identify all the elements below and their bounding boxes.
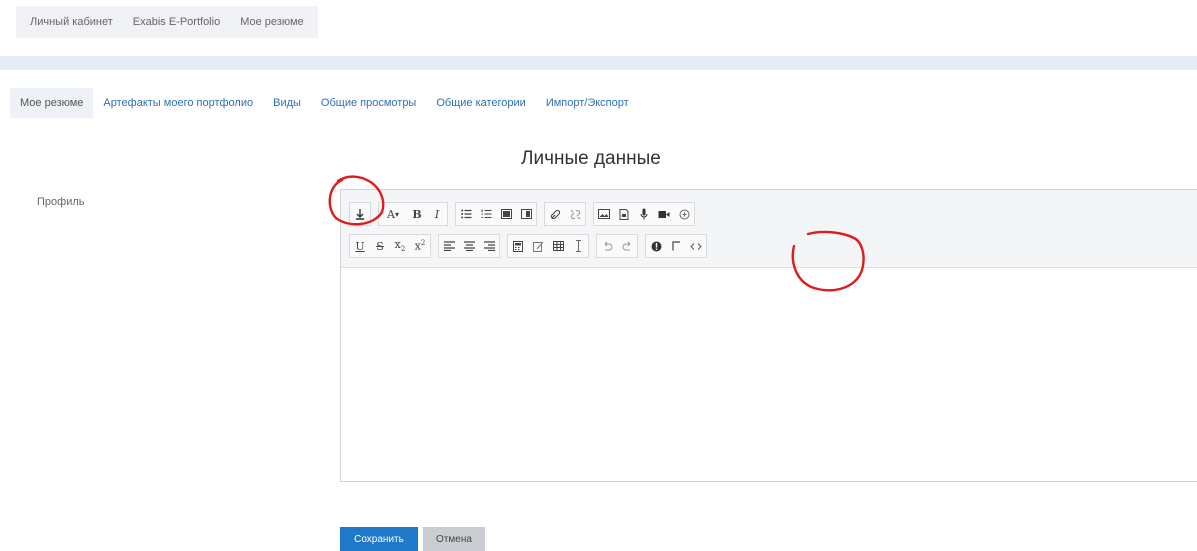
font-size-icon[interactable]: A ▾ [379,203,407,225]
superscript-icon[interactable]: x2 [410,235,430,257]
breadcrumb-item-resume: Мое резюме [240,16,304,28]
toolbar-row-2: U S x2 x2 [349,234,714,258]
table-icon[interactable] [548,235,568,257]
subscript-icon[interactable]: x2 [390,235,410,257]
navbar-strip [0,56,1197,70]
cancel-button[interactable]: Отмена [423,527,485,551]
breadcrumb-item-dashboard[interactable]: Личный кабинет [30,16,113,28]
accessibility-checker-icon[interactable] [646,235,666,257]
unordered-list-icon[interactable] [456,203,476,225]
tab-views[interactable]: Виды [263,88,311,118]
html-source-icon[interactable] [686,235,706,257]
undo-icon[interactable] [597,235,617,257]
save-button[interactable]: Сохранить [340,527,418,551]
equation-icon[interactable] [508,235,528,257]
manage-files-icon[interactable] [674,203,694,225]
breadcrumb: Личный кабинет Exabis E-Portfolio Мое ре… [16,6,318,38]
tab-shared-categories[interactable]: Общие категории [426,88,535,118]
tab-import-export[interactable]: Импорт/Экспорт [536,88,639,118]
breadcrumb-item-eportfolio[interactable]: Exabis E-Portfolio [133,16,220,28]
strikethrough-icon[interactable]: S [370,235,390,257]
bold-icon[interactable]: B [407,203,427,225]
align-left-icon[interactable] [439,235,459,257]
ordered-list-icon[interactable] [476,203,496,225]
microphone-icon[interactable] [634,203,654,225]
atto-editor: A ▾ B I U S x2 x2 [340,189,1197,482]
screenreader-helper-icon[interactable] [666,235,686,257]
align-right-icon[interactable] [479,235,499,257]
toolbar-row-1: A ▾ B I [349,202,702,226]
tab-my-resume[interactable]: Мое резюме [10,88,94,118]
outdent-icon[interactable] [516,203,536,225]
italic-icon[interactable]: I [427,203,447,225]
redo-icon[interactable] [617,235,637,257]
video-camera-icon[interactable] [654,203,674,225]
toggle-toolbar-icon[interactable] [350,203,370,225]
profile-field-label: Профиль [37,196,85,208]
clear-formatting-icon[interactable] [568,235,588,257]
portfolio-tabs: Мое резюме Артефакты моего портфолио Вид… [10,88,639,118]
media-icon[interactable] [614,203,634,225]
page-title: Личные данные [521,148,661,169]
tab-shared-views[interactable]: Общие просмотры [311,88,426,118]
tab-artifacts[interactable]: Артефакты моего портфолио [93,88,263,118]
align-center-icon[interactable] [459,235,479,257]
underline-icon[interactable]: U [350,235,370,257]
editor-content-area[interactable] [341,268,1197,481]
indent-icon[interactable] [496,203,516,225]
editor-toolbar: A ▾ B I U S x2 x2 [341,190,1197,268]
image-icon[interactable] [594,203,614,225]
special-chars-icon[interactable] [528,235,548,257]
link-icon[interactable] [545,203,565,225]
unlink-icon[interactable] [565,203,585,225]
